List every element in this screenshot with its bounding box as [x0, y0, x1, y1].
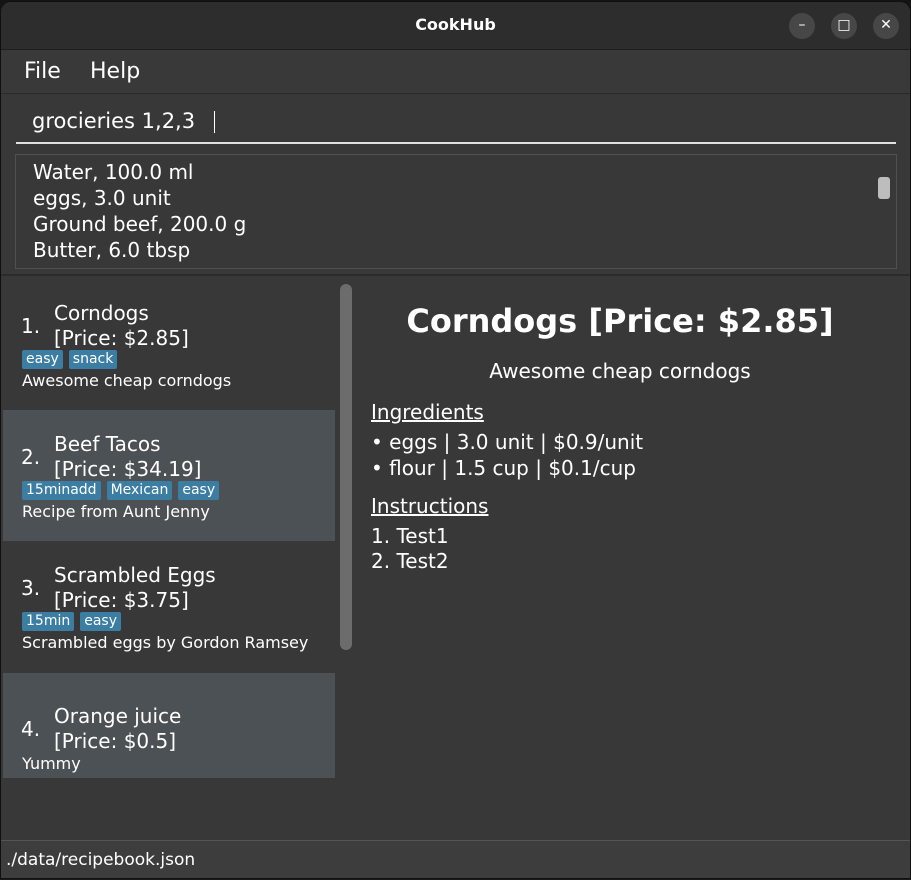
tag: easy: [80, 612, 121, 631]
result-scrollbar-thumb[interactable]: [878, 177, 890, 199]
instructions-heading: Instructions: [371, 494, 489, 518]
recipe-description: Recipe from Aunt Jenny: [22, 502, 210, 521]
recipe-list: 1. Corndogs [Price: $2.85] easy snack Awe…: [3, 279, 335, 839]
tag: easy: [22, 350, 63, 369]
tag: snack: [68, 350, 118, 369]
recipe-detail-panel: Corndogs [Price: $2.85] Awesome cheap co…: [353, 279, 910, 839]
recipe-card-orange-juice[interactable]: 4. Orange juice [Price: $0.5] Yummy: [3, 673, 335, 778]
recipe-name: Beef Tacos: [54, 432, 161, 456]
result-display[interactable]: Water, 100.0 ml eggs, 3.0 unit Ground be…: [15, 154, 897, 269]
window-title: CookHub: [415, 15, 496, 34]
minimize-button[interactable]: –: [789, 13, 815, 39]
recipe-list-scrollbar-thumb[interactable]: [340, 284, 352, 650]
recipe-card-scrambled-eggs[interactable]: 3. Scrambled Eggs [Price: $3.75] 15min ea…: [3, 541, 335, 672]
menu-help[interactable]: Help: [90, 59, 140, 84]
app-window: CookHub – □ ✕ File Help Water, 100.0 ml …: [1, 2, 910, 878]
recipe-price: [Price: $0.5]: [54, 729, 177, 753]
result-line: Water, 100.0 ml: [33, 160, 194, 184]
close-button[interactable]: ✕: [873, 13, 899, 39]
recipe-price: [Price: $3.75]: [54, 588, 189, 612]
recipe-description: Scrambled eggs by Gordon Ramsey: [22, 633, 309, 652]
recipe-name: Orange juice: [54, 704, 182, 728]
recipe-name: Scrambled Eggs: [54, 563, 216, 587]
recipe-index: 2.: [21, 445, 41, 469]
title-bar: CookHub – □ ✕: [1, 2, 910, 50]
recipe-description: Awesome cheap corndogs: [22, 371, 232, 390]
command-input[interactable]: [16, 102, 892, 140]
minimize-icon: –: [798, 17, 806, 33]
recipe-name: Corndogs: [54, 301, 149, 325]
text-caret: [214, 111, 215, 133]
tag: 15minadd: [22, 481, 101, 500]
status-file-path: ./data/recipebook.json: [6, 850, 196, 870]
ingredients-heading: Ingredients: [371, 400, 484, 424]
recipe-tags: 15minadd Mexican easy: [22, 481, 225, 500]
recipe-index: 4.: [21, 717, 41, 741]
menu-file[interactable]: File: [24, 59, 61, 84]
detail-description: Awesome cheap corndogs: [489, 359, 751, 383]
tag: Mexican: [106, 481, 173, 500]
instruction-step: 2. Test2: [371, 549, 449, 573]
recipe-card-beef-tacos[interactable]: 2. Beef Tacos [Price: $34.19] 15minadd Me…: [3, 410, 335, 541]
maximize-icon: □: [837, 17, 851, 33]
recipe-index: 3.: [21, 576, 41, 600]
recipe-price: [Price: $2.85]: [54, 326, 189, 350]
divider: [1, 274, 910, 276]
recipe-tags: easy snack: [22, 350, 123, 369]
recipe-card-corndogs[interactable]: 1. Corndogs [Price: $2.85] easy snack Awe…: [3, 279, 335, 410]
instruction-step: 1. Test1: [371, 524, 449, 548]
detail-title: Corndogs [Price: $2.85]: [406, 302, 834, 340]
maximize-button[interactable]: □: [831, 13, 857, 39]
recipe-price: [Price: $34.19]: [54, 457, 202, 481]
result-line: Butter, 6.0 tbsp: [33, 238, 191, 262]
result-line: eggs, 3.0 unit: [33, 186, 171, 210]
ingredient-item: • flour | 1.5 cup | $0.1/cup: [371, 456, 636, 480]
result-line: Ground beef, 200.0 g: [33, 212, 247, 236]
menu-bar: File Help: [1, 50, 910, 94]
tag: 15min: [22, 612, 75, 631]
status-bar: ./data/recipebook.json: [1, 840, 910, 878]
recipe-index: 1.: [21, 314, 41, 338]
close-icon: ✕: [880, 17, 892, 33]
recipe-tags: 15min easy: [22, 612, 127, 631]
command-box: [16, 102, 896, 144]
tag: easy: [178, 481, 220, 500]
recipe-description: Yummy: [22, 754, 81, 773]
ingredient-item: • eggs | 3.0 unit | $0.9/unit: [371, 430, 644, 454]
